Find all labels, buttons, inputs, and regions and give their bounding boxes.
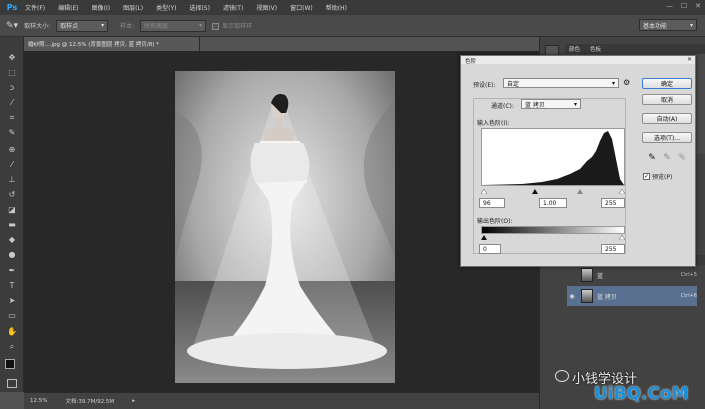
zoom-level[interactable]: 12.5% (30, 398, 47, 404)
channel-select[interactable]: 蓝 拷贝 ▾ (521, 99, 581, 109)
menu-view[interactable]: 视图(V) (256, 3, 277, 12)
channel-thumbnail (581, 268, 593, 282)
channel-name: 蓝 (597, 272, 604, 280)
preview-checkbox[interactable]: ✓ 预览(P) (643, 172, 672, 181)
output-slider-track[interactable] (481, 234, 626, 241)
input-levels-label: 输入色阶(I): (477, 120, 510, 127)
cancel-button[interactable]: 取消 (642, 94, 692, 105)
tab-swatches[interactable]: 色板 (590, 45, 601, 53)
marquee-tool-icon[interactable]: ⬚ (5, 67, 19, 78)
input-slider-track[interactable] (480, 187, 626, 195)
quick-mask-icon[interactable] (7, 379, 17, 388)
channel-thumbnail (581, 289, 593, 303)
preset-label: 预设(E): (473, 82, 496, 89)
status-menu-arrow-icon[interactable]: ▸ (132, 398, 135, 404)
hand-tool-icon[interactable]: ✋ (5, 326, 19, 337)
path-select-tool-icon[interactable]: ➤ (5, 295, 19, 306)
workspace-select[interactable]: 基本功能 ▾ (639, 19, 697, 31)
menu-help[interactable]: 帮助(H) (326, 3, 347, 12)
brush-tool-icon[interactable]: ⁄ (5, 159, 19, 170)
lasso-tool-icon[interactable]: ↄ (5, 82, 19, 93)
menu-edit[interactable]: 编辑(E) (58, 3, 78, 12)
channel-row-blue[interactable]: 蓝 Ctrl+5 (567, 265, 697, 285)
wechat-logo-icon (555, 370, 569, 382)
history-brush-tool-icon[interactable]: ↺ (5, 189, 19, 200)
quick-select-tool-icon[interactable]: ⁄ (5, 97, 19, 108)
photoshop-logo: Ps (6, 3, 18, 12)
menu-filter[interactable]: 滤镜(T) (223, 3, 243, 12)
sample-size-label: 取样大小: (24, 23, 51, 30)
gray-point-eyedropper-icon[interactable]: ✎ (662, 152, 672, 164)
channel-label: 通道(C): (491, 103, 514, 110)
minimize-button[interactable]: — (666, 2, 673, 10)
menu-image[interactable]: 图像(I) (92, 3, 110, 12)
crop-tool-icon[interactable]: ⌗ (5, 112, 19, 123)
channel-shortcut: Ctrl+5 (680, 272, 697, 278)
black-point-eyedropper-icon[interactable]: ✎ (647, 152, 657, 164)
show-ring-checkbox[interactable]: 显示取样环 (212, 21, 252, 30)
zoom-tool-icon[interactable]: ⌕ (5, 341, 19, 352)
shape-tool-icon[interactable]: ▭ (5, 310, 19, 321)
visibility-eye-icon[interactable]: ◉ (567, 293, 577, 300)
preset-gear-icon[interactable]: ⚙ (623, 78, 630, 87)
output-gradient (481, 226, 625, 234)
input-white-field[interactable]: 255 (601, 198, 625, 208)
menu-bar: Ps 文件(F) 编辑(E) 图像(I) 图层(L) 类型(Y) 选择(S) 滤… (0, 0, 705, 15)
output-black-field[interactable]: 0 (479, 244, 501, 254)
menu-window[interactable]: 窗口(W) (290, 3, 313, 12)
close-icon[interactable]: ✕ (687, 56, 692, 63)
preset-select[interactable]: 自定 ▾ (503, 78, 619, 88)
auto-button[interactable]: 自动(A) (642, 113, 692, 124)
input-black-field[interactable]: 96 (479, 198, 505, 208)
options-bar: ✎▾ 取样大小: 取样点 ▾ 样本: 所有图层 ▾ 显示取样环 基本功能 ▾ (0, 15, 705, 37)
menu-file[interactable]: 文件(F) (25, 3, 45, 12)
tab-color[interactable]: 颜色 (569, 45, 580, 53)
menu-layer[interactable]: 图层(L) (123, 3, 143, 12)
channel-shortcut: Ctrl+6 (680, 293, 697, 299)
color-panel-tabs: 颜色 色板 (565, 44, 705, 54)
sample-size-select[interactable]: 取样点 ▾ (56, 19, 109, 32)
status-bar: 12.5% 文档:39.7M/92.5M ▸ (24, 392, 539, 409)
dodge-tool-icon[interactable]: ● (5, 249, 19, 260)
close-window-button[interactable]: ✕ (695, 2, 701, 10)
tools-panel: ✥ ⬚ ↄ ⁄ ⌗ ✎ ⊕ ⁄ ⊥ ↺ ◪ ▬ ◆ ● ✒ T ➤ ▭ ✋ ⌕ (0, 37, 24, 392)
maximize-button[interactable]: ☐ (681, 2, 687, 10)
eyedropper-tool-icon[interactable]: ✎▾ (6, 21, 18, 31)
watermark-site: UiBQ.CoM (594, 384, 689, 404)
stamp-tool-icon[interactable]: ⊥ (5, 174, 19, 185)
bride-photo (175, 71, 395, 383)
histogram (481, 128, 625, 186)
healing-tool-icon[interactable]: ⊕ (5, 144, 19, 155)
input-gamma-field[interactable]: 1.00 (539, 198, 567, 208)
document-tab[interactable]: 婚纱照....jpg @ 12.5% (背景图层 拷贝, 蓝 拷贝/8) * (24, 37, 200, 51)
sample-label: 样本: (120, 23, 135, 30)
type-tool-icon[interactable]: T (5, 280, 19, 291)
channel-name: 蓝 拷贝 (597, 293, 617, 301)
levels-dialog: 色阶 ✕ 预设(E): 自定 ▾ ⚙ 通道(C): 蓝 拷贝 ▾ 输入色阶(I): … (460, 55, 696, 267)
eraser-tool-icon[interactable]: ◪ (5, 204, 19, 215)
menu-select[interactable]: 选择(S) (189, 3, 210, 12)
dialog-title: 色阶 (461, 56, 695, 65)
channel-row-blue-copy[interactable]: ◉ 蓝 拷贝 Ctrl+6 (567, 286, 697, 306)
eyedropper-tool-icon[interactable]: ✎ (5, 127, 19, 138)
options-button[interactable]: 选项(T)... (642, 132, 692, 143)
move-tool-icon[interactable]: ✥ (5, 52, 19, 63)
white-point-eyedropper-icon[interactable]: ✎ (677, 152, 687, 164)
pen-tool-icon[interactable]: ✒ (5, 265, 19, 276)
foreground-color-swatch[interactable] (5, 359, 15, 369)
sample-select[interactable]: 所有图层 ▾ (140, 19, 207, 32)
menu-type[interactable]: 类型(Y) (156, 3, 176, 12)
ok-button[interactable]: 确定 (642, 78, 692, 89)
output-levels-label: 输出色阶(O): (477, 218, 513, 225)
output-white-field[interactable]: 255 (601, 244, 625, 254)
blur-tool-icon[interactable]: ◆ (5, 234, 19, 245)
document-size: 文档:39.7M/92.5M (65, 399, 115, 405)
gradient-tool-icon[interactable]: ▬ (5, 219, 19, 230)
